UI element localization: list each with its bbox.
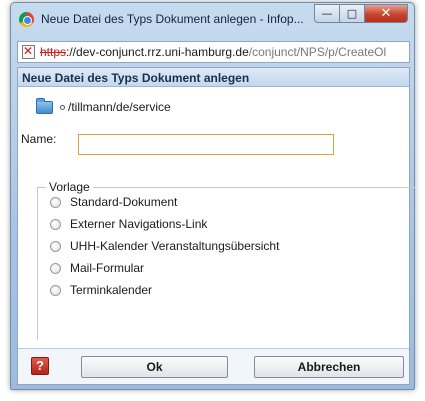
template-legend: Vorlage <box>49 180 90 194</box>
title-bar[interactable]: Neue Datei des Typs Dokument anlegen - I… <box>11 3 414 35</box>
window-title: Neue Datei des Typs Dokument anlegen - I… <box>41 12 304 26</box>
template-option-label: Externer Navigations-Link <box>70 217 208 231</box>
name-input[interactable] <box>78 134 334 155</box>
cancel-button[interactable]: Abbrechen <box>254 356 404 378</box>
help-icon[interactable]: ? <box>31 357 49 375</box>
template-option-label: Mail-Formular <box>70 261 145 275</box>
dialog-header: Neue Datei des Typs Dokument anlegen <box>18 68 409 87</box>
ok-button[interactable]: Ok <box>81 356 228 378</box>
url-path: /conjunct/NPS/p/CreateOl <box>248 45 387 59</box>
dialog-content: Neue Datei des Typs Dokument anlegen /ti… <box>17 67 415 385</box>
template-option-label: Standard-Dokument <box>70 195 178 209</box>
chrome-icon <box>19 12 34 27</box>
dialog-footer: ? Ok Abbrechen <box>18 348 409 384</box>
radio-button[interactable] <box>50 196 61 208</box>
radio-button[interactable] <box>50 240 61 252</box>
radio-button[interactable] <box>50 262 61 274</box>
minimize-button[interactable]: — <box>314 4 340 23</box>
close-button[interactable]: ✕ <box>364 4 408 23</box>
name-label: Name: <box>21 132 57 146</box>
template-option-external-link[interactable]: Externer Navigations-Link <box>50 217 207 231</box>
template-option-appointment-calendar[interactable]: Terminkalender <box>50 283 152 297</box>
insecure-page-icon <box>22 44 35 59</box>
url-host: ://dev-conjunct.rrz.uni-hamburg.de <box>66 45 249 59</box>
folder-path-row: /tillmann/de/service <box>36 97 171 114</box>
url-protocol: https <box>40 45 67 59</box>
radio-button[interactable] <box>50 218 61 230</box>
window-controls: — □ ✕ <box>314 4 408 23</box>
template-option-mail-form[interactable]: Mail-Formular <box>50 261 144 275</box>
folder-path: /tillmann/de/service <box>68 100 171 114</box>
radio-button[interactable] <box>50 284 61 296</box>
browser-popup-window: Neue Datei des Typs Dokument anlegen - I… <box>10 2 415 390</box>
template-option-standard[interactable]: Standard-Dokument <box>50 195 177 209</box>
path-bullet-icon <box>60 104 65 110</box>
folder-icon <box>36 97 53 114</box>
template-option-calendar-overview[interactable]: UHH-Kalender Veranstaltungsübersicht <box>50 239 279 253</box>
maximize-button[interactable]: □ <box>339 4 365 23</box>
template-option-label: UHH-Kalender Veranstaltungsübersicht <box>70 239 280 253</box>
template-option-label: Terminkalender <box>70 283 153 297</box>
address-bar[interactable]: https://dev-conjunct.rrz.uni-hamburg.de/… <box>17 41 410 63</box>
